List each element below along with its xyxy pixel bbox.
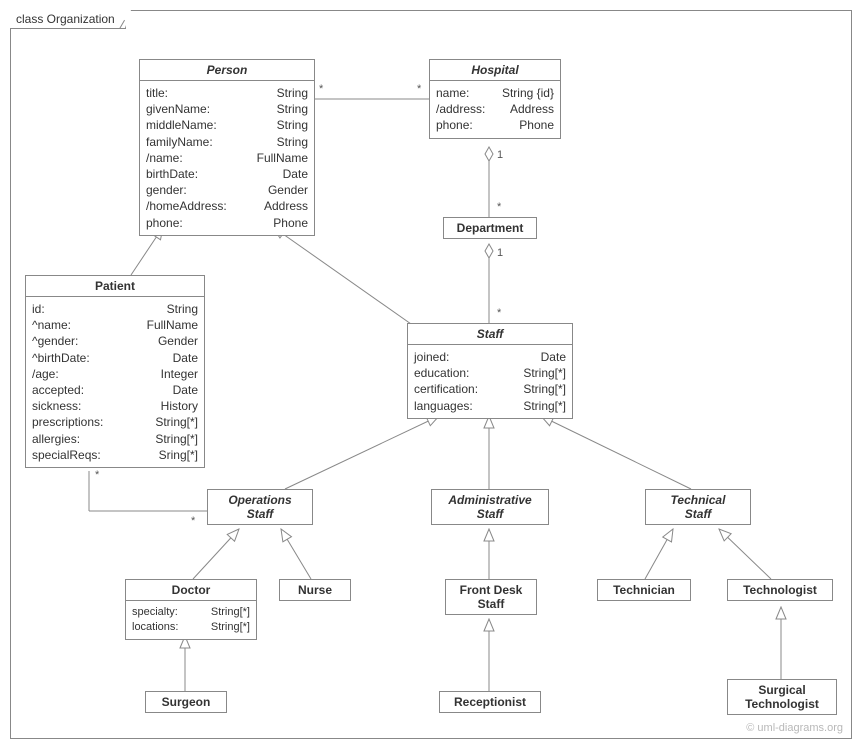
class-technologist: Technologist (727, 579, 833, 601)
attribute-row: /name:FullName (146, 150, 308, 166)
class-title: Department (444, 218, 536, 238)
mult-patient-ops-bot: * (191, 515, 195, 527)
class-doctor: Doctor specialty:String[*]locations:Stri… (125, 579, 257, 640)
class-hospital: Hospital name:String {id}/address:Addres… (429, 59, 561, 139)
copyright: © uml-diagrams.org (746, 722, 843, 734)
attribute-row: languages:String[*] (414, 398, 566, 414)
attribute-row: education:String[*] (414, 365, 566, 381)
mult-dept-staff-bot: * (497, 307, 501, 319)
class-attrs: name:String {id}/address:Addressphone:Ph… (430, 81, 560, 138)
class-title: Doctor (126, 580, 256, 601)
attribute-row: title:String (146, 85, 308, 101)
frame-label: class Organization (10, 10, 126, 29)
class-title: Hospital (430, 60, 560, 81)
class-patient: Patient id:String^name:FullName^gender:G… (25, 275, 205, 468)
class-technical-staff: Technical Staff (645, 489, 751, 525)
attribute-row: joined:Date (414, 349, 566, 365)
frame-label-text: class Organization (16, 12, 115, 26)
class-surgeon: Surgeon (145, 691, 227, 713)
class-title: Staff (408, 324, 572, 345)
class-title: Technical Staff (646, 490, 750, 524)
mult-hospital-dept-top: 1 (497, 149, 503, 161)
class-title: Operations Staff (208, 490, 312, 524)
class-attrs: title:StringgivenName:StringmiddleName:S… (140, 81, 314, 235)
class-attrs: id:String^name:FullName^gender:Gender^bi… (26, 297, 204, 467)
attribute-row: ^name:FullName (32, 317, 198, 333)
attribute-row: allergies:String[*] (32, 431, 198, 447)
class-nurse: Nurse (279, 579, 351, 601)
attribute-row: locations:String[*] (132, 620, 250, 635)
attribute-row: prescriptions:String[*] (32, 414, 198, 430)
class-operations-staff: Operations Staff (207, 489, 313, 525)
attribute-row: gender:Gender (146, 182, 308, 198)
attribute-row: specialReqs:Sring[*] (32, 447, 198, 463)
mult-hospital-dept-bot: * (497, 201, 501, 213)
attribute-row: id:String (32, 301, 198, 317)
attribute-row: phone:Phone (436, 117, 554, 133)
class-title: Front Desk Staff (446, 580, 536, 614)
mult-dept-staff-top: 1 (497, 247, 503, 259)
attribute-row: ^birthDate:Date (32, 350, 198, 366)
class-person: Person title:StringgivenName:Stringmiddl… (139, 59, 315, 236)
attribute-row: sickness:History (32, 398, 198, 414)
attribute-row: accepted:Date (32, 382, 198, 398)
class-title: Receptionist (440, 692, 540, 712)
attribute-row: givenName:String (146, 101, 308, 117)
mult-person-hospital-left: * (319, 83, 323, 95)
attribute-row: name:String {id} (436, 85, 554, 101)
attribute-row: /age:Integer (32, 366, 198, 382)
class-surgical-technologist: Surgical Technologist (727, 679, 837, 715)
attribute-row: specialty:String[*] (132, 605, 250, 620)
attribute-row: middleName:String (146, 117, 308, 133)
class-title: Surgical Technologist (728, 680, 836, 714)
class-title: Technician (598, 580, 690, 600)
class-title: Nurse (280, 580, 350, 600)
mult-person-hospital-right: * (417, 83, 421, 95)
diagram-frame: class Organization (10, 10, 852, 739)
class-attrs: joined:Dateeducation:String[*]certificat… (408, 345, 572, 418)
attribute-row: phone:Phone (146, 215, 308, 231)
class-administrative-staff: Administrative Staff (431, 489, 549, 525)
attribute-row: familyName:String (146, 134, 308, 150)
class-staff: Staff joined:Dateeducation:String[*]cert… (407, 323, 573, 419)
attribute-row: birthDate:Date (146, 166, 308, 182)
class-front-desk-staff: Front Desk Staff (445, 579, 537, 615)
class-title: Person (140, 60, 314, 81)
class-attrs: specialty:String[*]locations:String[*] (126, 601, 256, 639)
attribute-row: ^gender:Gender (32, 333, 198, 349)
class-title: Administrative Staff (432, 490, 548, 524)
class-title: Technologist (728, 580, 832, 600)
attribute-row: /address:Address (436, 101, 554, 117)
attribute-row: certification:String[*] (414, 381, 566, 397)
mult-patient-ops-top: * (95, 469, 99, 481)
class-title: Surgeon (146, 692, 226, 712)
class-receptionist: Receptionist (439, 691, 541, 713)
class-title: Patient (26, 276, 204, 297)
class-technician: Technician (597, 579, 691, 601)
attribute-row: /homeAddress:Address (146, 198, 308, 214)
class-department: Department (443, 217, 537, 239)
